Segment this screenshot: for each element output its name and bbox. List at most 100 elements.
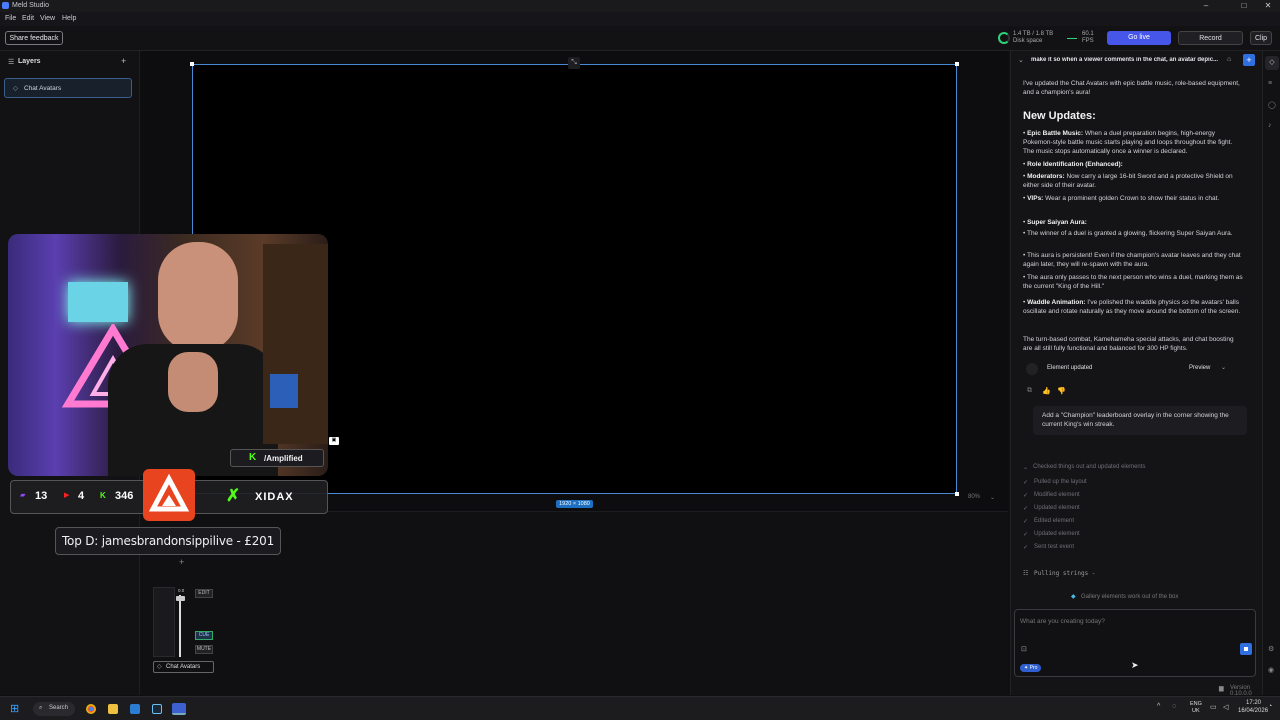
handle-badge: K /Amplified	[230, 449, 324, 467]
user-message-bubble: Add a "Champion" leaderboard overlay in …	[1033, 406, 1247, 435]
home-icon[interactable]: ⌂	[1227, 56, 1231, 63]
youtube-count: 4	[78, 490, 85, 502]
menu-view[interactable]: View	[40, 15, 55, 22]
language-indicator[interactable]: ENG	[1190, 701, 1202, 707]
assistant-outro: The turn-based combat, Kamehameha specia…	[1023, 336, 1234, 353]
stop-button[interactable]	[1240, 643, 1252, 655]
mixer-source-label[interactable]: ◇ Chat Avatars	[153, 661, 214, 673]
account-icon[interactable]: ◉	[1268, 666, 1274, 674]
resize-handle[interactable]	[190, 62, 194, 66]
thread-title[interactable]: make it so when a viewer comments in the…	[1031, 57, 1221, 63]
search-label: Search	[49, 705, 69, 711]
notification-bell-icon[interactable]: ◔	[1268, 703, 1272, 710]
bullet-label: VIPs:	[1027, 195, 1044, 202]
new-chat-button[interactable]: +	[1243, 54, 1255, 66]
add-track-icon[interactable]: +	[179, 557, 184, 567]
diamond-icon: ◇	[13, 85, 18, 92]
go-live-button[interactable]: Go live	[1107, 31, 1171, 45]
stop-icon	[1244, 647, 1248, 651]
thumbs-down-icon[interactable]: 👎	[1057, 387, 1066, 395]
right-rail: ◇ ≡ ◯ ♪ ⚙ ◉	[1262, 51, 1280, 695]
updates-heading: New Updates:	[1023, 110, 1096, 122]
volume-fader-handle[interactable]	[176, 596, 185, 601]
check-icon: ✓	[1023, 532, 1029, 538]
cue-button[interactable]: CUE	[195, 631, 213, 640]
attach-image-icon[interactable]: ⊡	[1021, 645, 1027, 653]
chevron-icon[interactable]: ⌄	[1023, 464, 1028, 471]
list-icon[interactable]: ≡	[1268, 80, 1272, 87]
store-icon[interactable]	[130, 704, 140, 714]
region-indicator[interactable]: UK	[1192, 708, 1200, 714]
collapse-chevron-icon[interactable]: ⌄	[1018, 56, 1024, 64]
layers-title: Layers	[18, 58, 41, 65]
chevron-down-icon[interactable]: ⌄	[1221, 364, 1226, 371]
windows-start-icon[interactable]: ⊞	[10, 702, 19, 715]
resize-handle[interactable]	[955, 492, 959, 496]
user-message: Add a "Champion" leaderboard overlay in …	[1042, 412, 1229, 429]
bullet-item: • VIPs: Wear a prominent golden Crown to…	[1023, 195, 1220, 202]
chrome-icon[interactable]	[86, 704, 96, 714]
add-layer-icon[interactable]: +	[121, 56, 126, 66]
ai-chat-panel: ⌄ make it so when a viewer comments in t…	[1010, 51, 1262, 697]
twitch-icon: ▰	[20, 492, 26, 499]
zoom-level[interactable]: 80%	[968, 494, 980, 500]
tray-chevron-icon[interactable]: ^	[1157, 703, 1160, 710]
step-item: Updated element	[1034, 505, 1080, 511]
neon-screen	[68, 282, 128, 322]
meld-studio-icon[interactable]	[172, 703, 186, 715]
share-feedback-button[interactable]: Share feedback	[5, 31, 63, 45]
person-hands	[168, 352, 218, 412]
top-donor-banner: Top D: jamesbrandonsippilive - £201	[55, 527, 281, 555]
twitch-count: 13	[35, 490, 48, 502]
tray-app-icon[interactable]: ◌	[1172, 703, 1176, 710]
clock-time[interactable]: 17:20	[1246, 700, 1261, 706]
resize-handle[interactable]	[955, 62, 959, 66]
edit-button[interactable]: EDIT	[195, 589, 213, 598]
steam-icon[interactable]	[152, 704, 162, 714]
copy-icon[interactable]: ⧉	[1027, 387, 1032, 395]
app-icon	[2, 2, 9, 9]
file-explorer-icon[interactable]	[108, 704, 118, 714]
taskbar: ⊞ ⌕ Search ^ ◌ ENG UK ▭ ◁ 17:20 16/04/20…	[0, 696, 1280, 720]
record-button[interactable]: Record	[1178, 31, 1243, 45]
prompt-input[interactable]	[1020, 616, 1240, 626]
clock-date[interactable]: 16/04/2026	[1238, 708, 1268, 714]
menu-edit[interactable]: Edit	[22, 15, 34, 22]
bullet-text: This aura is persistent! Even if the cha…	[1023, 252, 1241, 269]
maximize-icon[interactable]: □	[1234, 1, 1254, 10]
bullet-label: Waddle Animation:	[1027, 299, 1086, 306]
kick-count: 346	[115, 490, 134, 502]
diamond-icon: ◇	[157, 664, 162, 670]
checked-summary[interactable]: Checked things out and updated elements	[1033, 464, 1145, 470]
disk-usage-icon	[998, 32, 1010, 44]
taskbar-search[interactable]: ⌕ Search	[33, 702, 75, 716]
fader-level: 0.0	[178, 588, 185, 593]
menu-help[interactable]: Help	[62, 15, 76, 22]
mute-button[interactable]: MUTE	[195, 645, 213, 654]
settings-gear-icon[interactable]: ⚙	[1268, 645, 1274, 653]
pulling-status: Pulling strings -	[1034, 570, 1096, 577]
stream-stats-overlay: ▰ 13 ▶ 4 K 346 ✗ XIDAX	[10, 469, 328, 521]
webcam-feed	[8, 234, 328, 476]
close-icon[interactable]: ✕	[1258, 1, 1278, 10]
preview-button[interactable]: Preview	[1189, 365, 1210, 371]
menu-file[interactable]: File	[5, 15, 16, 22]
fullscreen-icon[interactable]: ⤡	[568, 57, 580, 69]
clip-button[interactable]: Clip	[1250, 31, 1272, 45]
audio-icon[interactable]: ♪	[1268, 122, 1272, 129]
element-updated-card: Element updated Preview ⌄	[1023, 361, 1249, 377]
chevron-down-icon[interactable]: ⌄	[990, 494, 995, 501]
layer-item-chat-avatars[interactable]: ◇ Chat Avatars	[4, 78, 132, 98]
ai-assistant-icon[interactable]: ◇	[1265, 56, 1279, 70]
app-badge-icon: ▆	[1219, 686, 1224, 692]
minimize-icon[interactable]: –	[1196, 1, 1216, 10]
network-icon[interactable]: ▭	[1210, 703, 1217, 711]
volume-icon[interactable]: ◁	[1223, 703, 1228, 711]
chat-bubble-icon[interactable]: ◯	[1268, 101, 1276, 109]
kick-icon: K	[249, 452, 257, 463]
element-updated-label: Element updated	[1047, 365, 1093, 371]
bullet-item: • Role Identification (Enhanced):	[1023, 161, 1123, 168]
thumbs-up-icon[interactable]: 👍	[1042, 387, 1051, 395]
bullet-item: • Waddle Animation: I've polished the wa…	[1023, 299, 1241, 316]
title-bar: Meld Studio – □ ✕	[0, 0, 1280, 12]
